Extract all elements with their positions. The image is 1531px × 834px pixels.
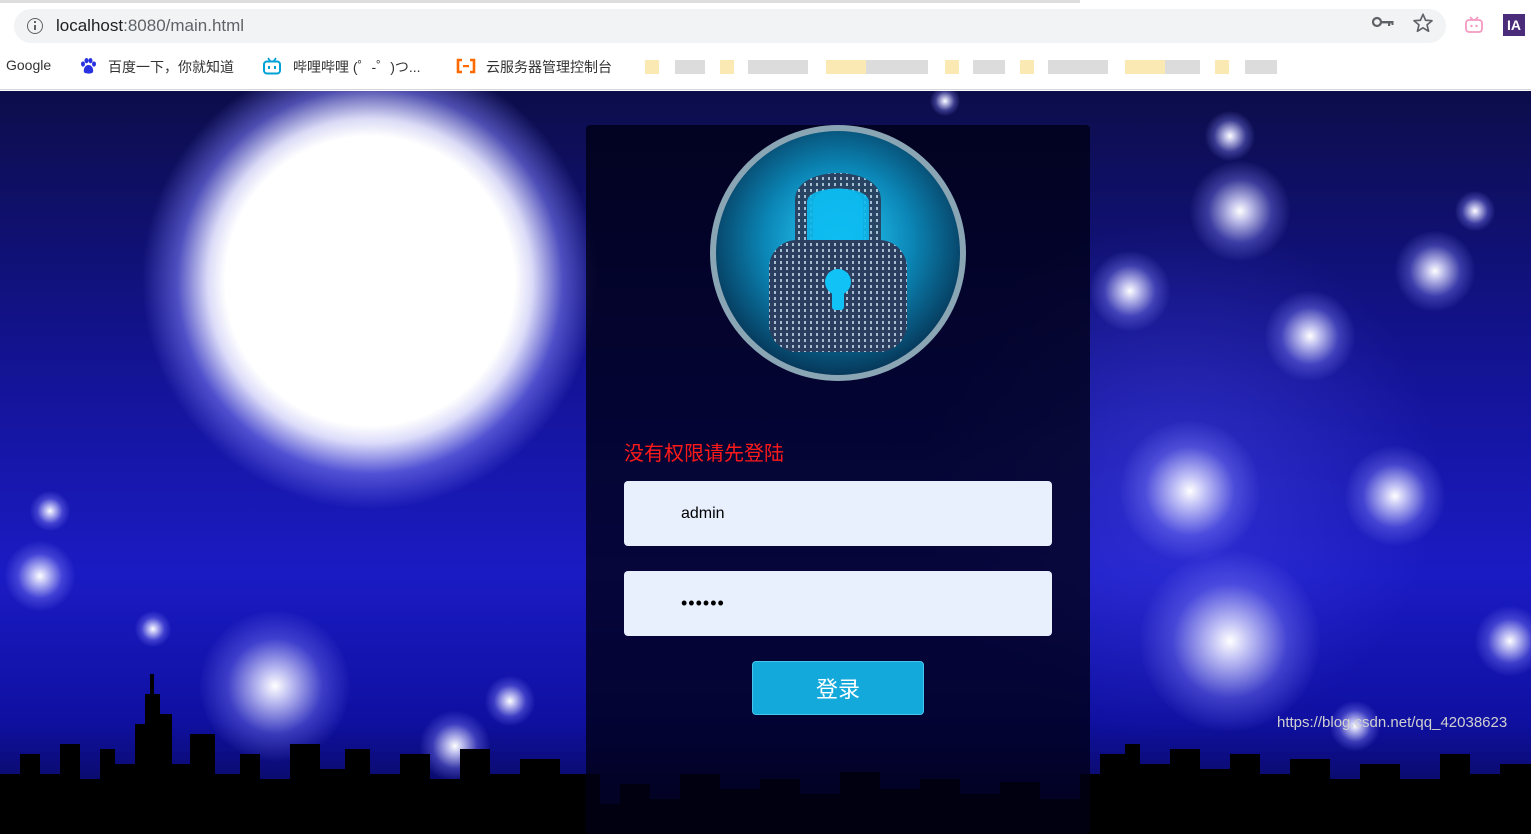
star-glow — [30, 491, 70, 531]
error-message: 没有权限请先登陆 — [624, 441, 784, 465]
address-bar[interactable]: localhost:8080/main.html — [14, 9, 1446, 43]
blurred-bookmark[interactable] — [1020, 60, 1108, 74]
star-glow — [1120, 421, 1260, 561]
blurred-bookmark[interactable] — [1215, 60, 1277, 74]
bookmark-aliyun[interactable]: 云服务器管理控制台 — [486, 57, 612, 77]
star-glow — [1090, 251, 1170, 331]
url-text[interactable]: localhost:8080/main.html — [56, 16, 244, 36]
bookmark-google[interactable]: Google — [6, 57, 51, 73]
bookmarks-bar: Google 百度一下，你就知道 哔哩哔哩 (゜-゜)つ... 云服务器管理控制… — [0, 54, 1531, 80]
tab-strip — [0, 0, 1080, 3]
star-glow — [1345, 446, 1445, 546]
bookmark-bilibili[interactable]: 哔哩哔哩 (゜-゜)つ... — [293, 57, 421, 77]
blurred-bookmark[interactable] — [945, 60, 1005, 74]
bookmark-baidu[interactable]: 百度一下，你就知道 — [108, 57, 234, 77]
watermark-text: https://blog.csdn.net/qq_42038623 — [1277, 714, 1508, 731]
login-button[interactable]: 登录 — [752, 661, 924, 715]
star-glow — [1395, 231, 1475, 311]
blurred-bookmark[interactable] — [826, 60, 928, 74]
site-info-icon[interactable] — [27, 18, 43, 34]
blurred-bookmark[interactable] — [1125, 60, 1200, 74]
extension-tv-icon[interactable] — [1464, 15, 1484, 35]
blurred-bookmark[interactable] — [720, 60, 808, 74]
url-path: :8080/main.html — [123, 16, 245, 35]
lock-icon — [710, 125, 966, 381]
star-glow — [135, 611, 171, 647]
star-glow — [1265, 291, 1355, 381]
url-host: localhost — [56, 16, 124, 35]
password-input[interactable] — [624, 571, 1052, 636]
baidu-paw-icon — [81, 58, 96, 74]
star-glow — [1455, 191, 1495, 231]
star-glow — [930, 91, 960, 116]
aliyun-bracket-icon — [456, 58, 476, 74]
extension-ia-icon[interactable]: IA — [1503, 14, 1525, 36]
browser-chrome: localhost:8080/main.html IA Google 百度一下，… — [0, 0, 1531, 90]
password-key-icon[interactable] — [1372, 16, 1394, 28]
username-input[interactable] — [624, 481, 1052, 546]
bookmark-star-icon[interactable] — [1412, 12, 1434, 34]
bilibili-tv-icon — [263, 57, 281, 75]
star-glow — [5, 541, 75, 611]
blurred-bookmark[interactable] — [645, 60, 705, 74]
star-glow — [1205, 111, 1255, 161]
star-glow — [1190, 161, 1290, 261]
